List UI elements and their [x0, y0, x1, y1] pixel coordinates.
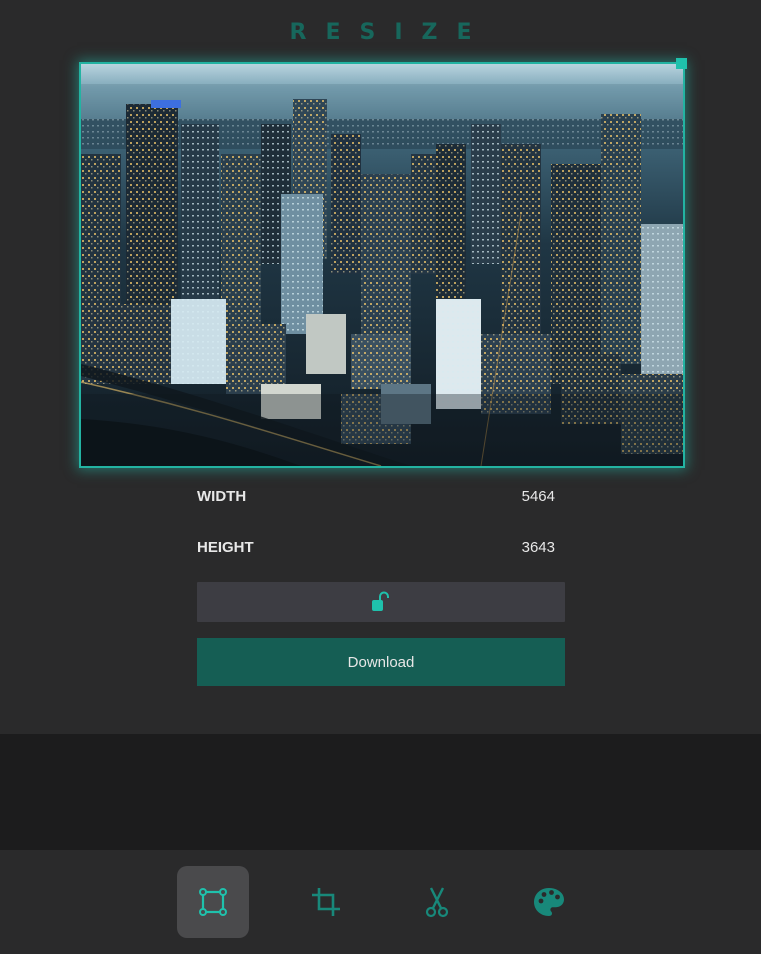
- height-label: HEIGHT: [197, 539, 254, 556]
- height-row: HEIGHT 3643: [197, 536, 555, 560]
- width-row: WIDTH 5464: [197, 485, 555, 509]
- tool-filters[interactable]: [513, 866, 585, 938]
- width-label: WIDTH: [197, 488, 247, 505]
- resize-icon: [199, 888, 227, 916]
- tool-cut[interactable]: [401, 866, 473, 938]
- image-preview[interactable]: [79, 62, 685, 468]
- unlock-icon: [369, 590, 393, 617]
- download-button[interactable]: Download: [197, 638, 565, 686]
- city-photo: [81, 64, 683, 466]
- crop-icon: [312, 888, 340, 916]
- editor-panel: RESIZE WIDTH 5464 HEIGHT 3643 Download: [0, 0, 761, 734]
- palette-icon: [534, 888, 564, 916]
- tool-crop[interactable]: [290, 866, 362, 938]
- bottom-toolbar: [0, 850, 761, 954]
- page-title: RESIZE: [289, 20, 491, 45]
- height-value[interactable]: 3643: [522, 536, 555, 560]
- width-value[interactable]: 5464: [522, 485, 555, 509]
- aspect-lock-button[interactable]: [197, 582, 565, 622]
- tool-resize[interactable]: [177, 866, 249, 938]
- resize-handle[interactable]: [676, 58, 687, 69]
- scissors-icon: [425, 887, 449, 918]
